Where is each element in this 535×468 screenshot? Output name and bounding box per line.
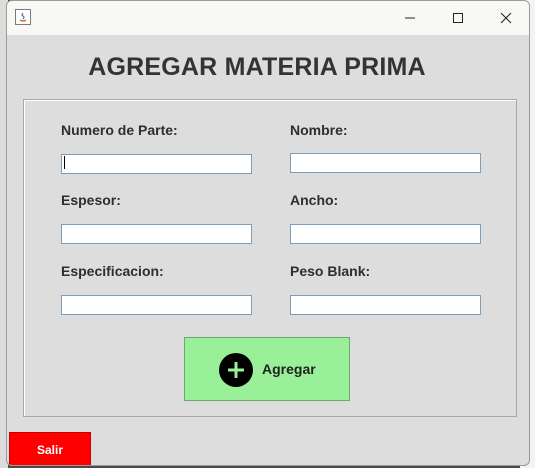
name-label: Nombre: bbox=[290, 122, 348, 138]
part-number-field[interactable] bbox=[61, 153, 252, 174]
app-window: AGREGAR MATERIA PRIMA Numero de Parte: N… bbox=[6, 0, 530, 466]
width-label: Ancho: bbox=[290, 192, 339, 208]
exit-button[interactable]: Salir bbox=[9, 432, 91, 465]
maximize-icon bbox=[453, 13, 463, 23]
minimize-icon bbox=[405, 17, 415, 19]
text-caret bbox=[64, 156, 65, 169]
add-button[interactable]: Agregar bbox=[184, 337, 350, 401]
thickness-label: Espesor: bbox=[61, 192, 121, 208]
plus-circle-icon bbox=[219, 353, 253, 387]
close-button[interactable] bbox=[483, 1, 529, 35]
specification-label: Especificacion: bbox=[61, 263, 164, 279]
close-icon bbox=[500, 12, 512, 24]
blank-weight-field[interactable] bbox=[290, 295, 481, 315]
thickness-field[interactable] bbox=[61, 224, 252, 244]
blank-weight-label: Peso Blank: bbox=[290, 263, 371, 279]
name-field[interactable] bbox=[290, 153, 481, 173]
part-number-label: Numero de Parte: bbox=[61, 122, 178, 138]
add-button-label: Agregar bbox=[262, 361, 316, 377]
specification-field[interactable] bbox=[61, 295, 252, 315]
maximize-button[interactable] bbox=[435, 1, 481, 35]
title-bar bbox=[7, 1, 529, 35]
page-title: AGREGAR MATERIA PRIMA bbox=[88, 53, 426, 81]
width-field[interactable] bbox=[290, 224, 481, 244]
part-number-field-wrap bbox=[61, 153, 252, 174]
minimize-button[interactable] bbox=[387, 1, 433, 35]
java-app-icon bbox=[15, 9, 31, 25]
